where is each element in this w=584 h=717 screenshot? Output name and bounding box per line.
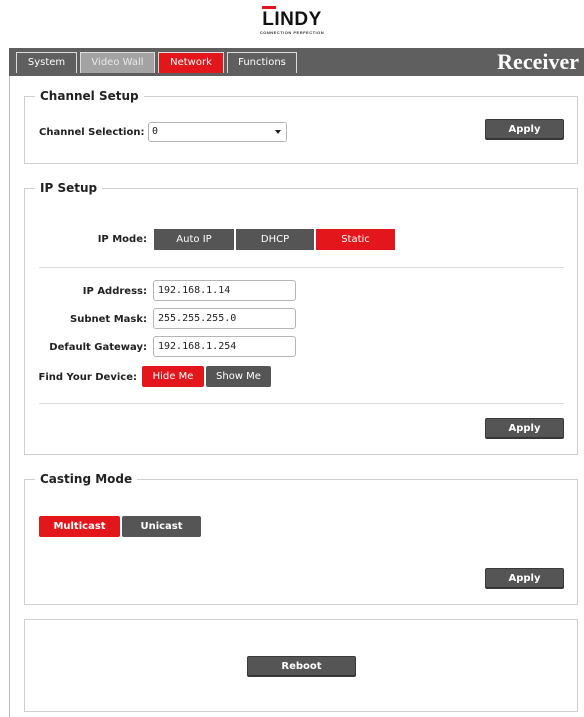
default-gateway-label: Default Gateway: [49,342,147,353]
hide-me-button[interactable]: Hide Me [142,366,204,387]
tab-system[interactable]: System [16,52,77,73]
tab-functions[interactable]: Functions [227,52,297,73]
channel-selection-value: 0 [152,126,159,137]
casting-mode-legend: Casting Mode [35,471,138,487]
subnet-mask-label: Subnet Mask: [70,314,147,325]
ip-setup-section: IP Setup IP Mode: Auto IP DHCP Static IP… [24,180,578,455]
casting-mode-section: Casting Mode Multicast Unicast Apply [24,471,578,605]
tab-network[interactable]: Network [158,52,224,73]
ip-address-input[interactable]: 192.168.1.14 [153,280,296,301]
ip-setup-legend: IP Setup [35,180,103,196]
section-divider [39,403,564,404]
unicast-button[interactable]: Unicast [122,516,201,537]
casting-apply-button[interactable]: Apply [485,568,564,589]
logo-tagline: CONNECTION PERFECTION [259,30,325,35]
page-title: Receiver [497,49,579,74]
ip-apply-button[interactable]: Apply [485,418,564,439]
channel-apply-button[interactable]: Apply [485,119,564,140]
ip-mode-label: IP Mode: [97,234,147,245]
channel-setup-section: Channel Setup Channel Selection: 0 Apply [24,88,578,164]
find-device-label: Find Your Device: [38,372,137,383]
reboot-section: Reboot [24,619,578,712]
page-frame-border [9,76,10,717]
logo-brand: LINDY [262,9,322,30]
lindy-logo: LINDY CONNECTION PERFECTION [0,6,584,35]
ip-address-label: IP Address: [82,286,147,297]
channel-setup-legend: Channel Setup [35,88,144,104]
show-me-button[interactable]: Show Me [206,366,271,387]
chevron-down-icon [275,130,281,134]
ip-mode-static-button[interactable]: Static [316,229,395,250]
ip-mode-auto-ip-button[interactable]: Auto IP [154,229,234,250]
channel-selection-dropdown[interactable]: 0 [148,122,287,142]
tab-bar: System Video Wall Network Functions Rece… [9,48,584,76]
ip-mode-dhcp-button[interactable]: DHCP [236,229,314,250]
tab-video-wall[interactable]: Video Wall [80,52,155,73]
subnet-mask-input[interactable]: 255.255.255.0 [153,308,296,329]
channel-selection-label: Channel Selection: [39,127,145,138]
default-gateway-input[interactable]: 192.168.1.254 [153,336,296,357]
multicast-button[interactable]: Multicast [39,516,120,537]
reboot-button[interactable]: Reboot [247,656,356,677]
logo-wordmark: LINDY [262,6,322,30]
section-divider [39,267,564,268]
